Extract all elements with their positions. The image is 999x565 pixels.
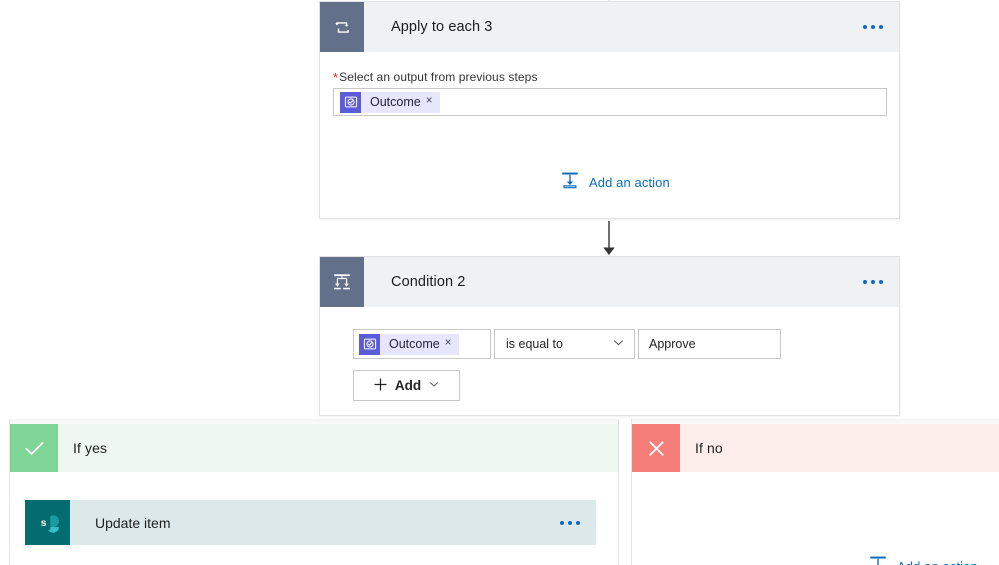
condition-operator-label: is equal to [506,337,563,351]
condition-body: Outcome × is equal to Approve Add [320,307,899,401]
condition-operator-dropdown[interactable]: is equal to [494,329,635,359]
condition-expression-row: Outcome × is equal to Approve [353,329,899,359]
close-icon[interactable]: × [445,338,460,350]
branch-if-yes-header: If yes [10,424,618,472]
condition-value-input[interactable]: Approve [638,329,781,359]
branch-if-yes: If yes s Update item [9,424,619,565]
outcome-token-condition[interactable]: Outcome × [359,333,460,355]
plus-icon [373,377,388,395]
chevron-down-icon [612,336,625,352]
condition-add-label: Add [394,378,422,393]
update-item-title: Update item [95,514,171,531]
condition-title: Condition 2 [391,274,466,290]
required-asterisk: * [333,70,339,85]
loop-repeat-icon [320,2,364,52]
apply-to-each-card: Apply to each 3 *Select an output from p… [319,1,900,219]
close-x-icon [632,424,680,472]
approval-outcome-icon [359,333,380,355]
condition-left-operand[interactable]: Outcome × [353,329,491,359]
close-icon[interactable]: × [426,96,441,108]
checkmark-icon [10,424,58,472]
branch-if-no: If no Add an action [631,424,999,565]
condition-menu-button[interactable] [861,274,885,290]
branch-if-no-header: If no [632,424,999,472]
apply-to-each-title: Apply to each 3 [391,19,493,35]
connector-arrow-middle [603,221,615,255]
condition-add-button[interactable]: Add [353,370,460,401]
outcome-token-label: Outcome [370,95,421,109]
select-output-input[interactable]: Outcome × [333,88,887,116]
update-item-menu-button[interactable] [558,515,582,531]
add-an-action-label: Add an action [589,175,670,190]
apply-to-each-header[interactable]: Apply to each 3 [320,2,899,52]
select-output-label: *Select an output from previous steps [333,70,538,85]
condition-card: Condition 2 Outcome × is equal to Approv… [319,256,900,416]
add-an-action-link-apply-to-each[interactable]: Add an action [560,170,670,195]
add-an-action-label: Add an action [897,559,978,565]
branch-if-no-title: If no [695,440,723,456]
select-output-label-text: Select an output from previous steps [339,70,538,84]
condition-value-text: Approve [649,337,696,351]
apply-to-each-menu-button[interactable] [861,19,885,35]
outcome-token[interactable]: Outcome × [340,91,441,113]
flow-designer-canvas: Apply to each 3 *Select an output from p… [0,0,999,565]
condition-branch-icon [320,257,364,307]
chevron-down-icon [428,378,440,393]
sharepoint-icon: s [25,500,70,545]
branch-if-yes-title: If yes [73,440,108,456]
insert-action-icon [560,170,580,195]
svg-text:s: s [40,518,46,529]
insert-action-icon [868,554,888,565]
outcome-token-condition-label: Outcome [389,337,440,351]
update-item-action-card[interactable]: s Update item [25,500,596,545]
add-an-action-link-if-no[interactable]: Add an action [868,554,978,565]
condition-header[interactable]: Condition 2 [320,257,899,307]
approval-outcome-icon [340,91,361,113]
